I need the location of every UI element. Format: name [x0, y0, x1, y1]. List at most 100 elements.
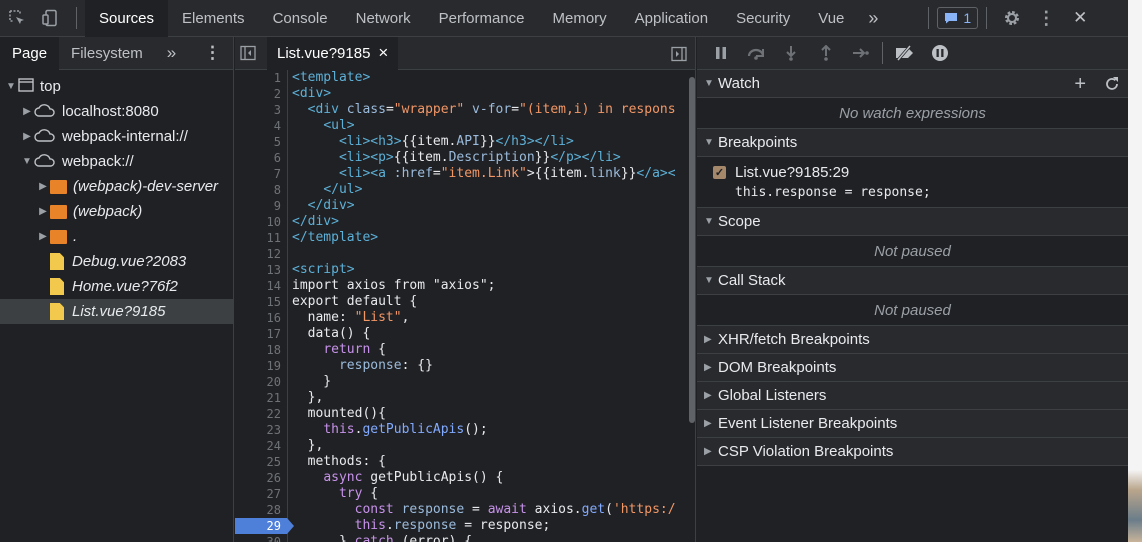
line-number[interactable]: 2 — [235, 86, 287, 102]
tab-memory[interactable]: Memory — [539, 0, 621, 37]
tab-sources[interactable]: Sources — [85, 0, 169, 37]
tab-network[interactable]: Network — [342, 0, 425, 37]
toggle-navigator-icon[interactable] — [235, 37, 261, 70]
tree-item[interactable]: ▶ webpack-internal:// — [0, 124, 233, 149]
code-line[interactable]: 23 this.getPublicApis(); — [235, 422, 696, 438]
tree-item[interactable]: ▶. — [0, 224, 233, 249]
expanded-arrow-icon[interactable]: ▼ — [20, 156, 34, 167]
line-number[interactable]: 5 — [235, 134, 287, 150]
pause-on-exceptions-icon[interactable] — [924, 37, 955, 70]
code-line[interactable]: 2 <div> — [235, 86, 696, 102]
issues-counter[interactable]: 1 — [937, 7, 979, 29]
collapsed-arrow-icon[interactable]: ▶ — [36, 181, 50, 192]
breakpoint-item[interactable]: ✓ List.vue?9185:29 this.response = respo… — [697, 157, 1128, 208]
code-line[interactable]: 30 } catch (error) { — [235, 534, 696, 542]
refresh-icon[interactable] — [1104, 76, 1120, 92]
tree-item[interactable]: ▶ localhost:8080 — [0, 99, 233, 124]
tree-item[interactable]: Home.vue?76f2 — [0, 274, 233, 299]
code-line[interactable]: 27 try { — [235, 486, 696, 502]
tree-item[interactable]: ▼ top — [0, 74, 233, 99]
code-line[interactable]: 6 <li><p>{{item.Description}}</p></li> — [235, 150, 696, 166]
inspect-element-icon[interactable] — [0, 0, 34, 37]
add-watch-icon[interactable]: + — [1074, 73, 1086, 96]
code-line[interactable]: 22 mounted(){ — [235, 406, 696, 422]
tab-elements[interactable]: Elements — [168, 0, 259, 37]
code-line[interactable]: 19 response: {} — [235, 358, 696, 374]
step-over-icon[interactable] — [740, 37, 771, 70]
tab-console[interactable]: Console — [259, 0, 342, 37]
line-number[interactable]: 6 — [235, 150, 287, 166]
breakpoint-marker[interactable]: 29 — [235, 518, 294, 534]
step-icon[interactable] — [845, 37, 876, 70]
editor-tab-list-vue[interactable]: List.vue?9185 × — [267, 36, 399, 70]
code-line[interactable]: 13 <script> — [235, 262, 696, 278]
code-line[interactable]: 4 <ul> — [235, 118, 696, 134]
code-line[interactable]: 20 } — [235, 374, 696, 390]
close-tab-icon[interactable]: × — [378, 43, 388, 63]
editor-scrollbar[interactable] — [689, 77, 695, 423]
expanded-arrow-icon[interactable]: ▼ — [4, 81, 18, 92]
line-number[interactable]: 12 — [235, 246, 287, 262]
code-line[interactable]: 17 data() { — [235, 326, 696, 342]
collapsed-arrow-icon[interactable]: ▶ — [20, 131, 34, 142]
code-line[interactable]: 24 }, — [235, 438, 696, 454]
tab-application[interactable]: Application — [621, 0, 722, 37]
tab-performance[interactable]: Performance — [425, 0, 539, 37]
line-number[interactable]: 13 — [235, 262, 287, 278]
code-line[interactable]: 5 <li><h3>{{item.API}}</h3></li> — [235, 134, 696, 150]
line-number[interactable]: 25 — [235, 454, 287, 470]
code-line[interactable]: 9 </div> — [235, 198, 696, 214]
line-number[interactable]: 20 — [235, 374, 287, 390]
line-number[interactable]: 26 — [235, 470, 287, 486]
code-line[interactable]: 3 <div class="wrapper" v-for="(item,i) i… — [235, 102, 696, 118]
more-navigator-tabs[interactable]: » — [155, 37, 188, 70]
line-number[interactable]: 18 — [235, 342, 287, 358]
tree-item[interactable]: ▶ (webpack)-dev-server — [0, 174, 233, 199]
code-line[interactable]: 29 this.response = response; — [235, 518, 696, 534]
watch-section-header[interactable]: ▼ Watch + — [697, 70, 1128, 98]
scope-section-header[interactable]: ▼ Scope — [697, 208, 1128, 236]
line-number[interactable]: 28 — [235, 502, 287, 518]
line-number[interactable]: 4 — [235, 118, 287, 134]
breakpoints-section-header[interactable]: ▼ Breakpoints — [697, 129, 1128, 157]
line-number[interactable]: 10 — [235, 214, 287, 230]
tab-page[interactable]: Page — [0, 36, 60, 70]
code-line[interactable]: 26 async getPublicApis() { — [235, 470, 696, 486]
more-tabs-button[interactable]: » — [858, 0, 888, 37]
code-line[interactable]: 1 <template> — [235, 70, 696, 86]
dom-breakpoints-section-header[interactable]: ▶ DOM Breakpoints — [697, 354, 1128, 382]
collapsed-arrow-icon[interactable]: ▶ — [36, 231, 50, 242]
code-lines[interactable]: 1 <template> 2 <div> 3 <div class="wrapper" … — [235, 70, 696, 542]
tab-security[interactable]: Security — [722, 0, 804, 37]
tree-item[interactable]: Debug.vue?2083 — [0, 249, 233, 274]
code-line[interactable]: 8 </ul> — [235, 182, 696, 198]
kebab-menu-icon[interactable]: ⋮ — [1029, 0, 1063, 37]
code-line[interactable]: 21 }, — [235, 390, 696, 406]
line-number[interactable]: 22 — [235, 406, 287, 422]
collapsed-arrow-icon[interactable]: ▶ — [36, 206, 50, 217]
deactivate-breakpoints-icon[interactable] — [889, 37, 920, 70]
line-number[interactable]: 8 — [235, 182, 287, 198]
line-number[interactable]: 1 — [235, 70, 287, 86]
tab-vue[interactable]: Vue — [804, 0, 858, 37]
code-line[interactable]: 11 </template> — [235, 230, 696, 246]
code-line[interactable]: 7 <li><a :href="item.Link">{{item.link}}… — [235, 166, 696, 182]
line-number[interactable]: 23 — [235, 422, 287, 438]
line-number[interactable]: 15 — [235, 294, 287, 310]
line-number[interactable]: 19 — [235, 358, 287, 374]
global-listeners-section-header[interactable]: ▶ Global Listeners — [697, 382, 1128, 410]
code-line[interactable]: 28 const response = await axios.get('htt… — [235, 502, 696, 518]
event-listener-breakpoints-section-header[interactable]: ▶ Event Listener Breakpoints — [697, 410, 1128, 438]
xhr-breakpoints-section-header[interactable]: ▶ XHR/fetch Breakpoints — [697, 326, 1128, 354]
code-line[interactable]: 18 return { — [235, 342, 696, 358]
code-line[interactable]: 16 name: "List", — [235, 310, 696, 326]
tab-filesystem[interactable]: Filesystem — [59, 37, 155, 70]
line-number[interactable]: 27 — [235, 486, 287, 502]
pause-icon[interactable] — [705, 37, 736, 70]
csp-violation-breakpoints-section-header[interactable]: ▶ CSP Violation Breakpoints — [697, 438, 1128, 466]
code-line[interactable]: 14 import axios from "axios"; — [235, 278, 696, 294]
line-number[interactable]: 7 — [235, 166, 287, 182]
code-line[interactable]: 12 — [235, 246, 696, 262]
collapsed-arrow-icon[interactable]: ▶ — [20, 106, 34, 117]
line-number[interactable]: 11 — [235, 230, 287, 246]
